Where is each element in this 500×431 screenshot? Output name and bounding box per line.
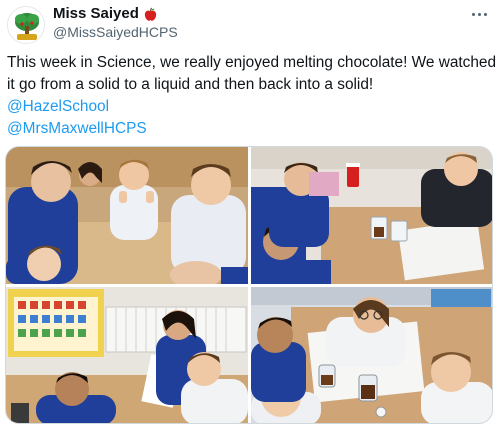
tweet-text-line: This week in Science, we really enjoyed … — [7, 54, 497, 71]
mention-link-hazelschool[interactable]: @HazelSchool — [7, 96, 493, 118]
tweet-text-line: it go from a solid to a liquid and then … — [7, 76, 374, 93]
more-options-icon[interactable] — [466, 7, 492, 21]
author-name-row[interactable]: Miss Saiyed — [53, 5, 158, 23]
photo-children-thumbs-up[interactable] — [6, 147, 248, 284]
display-name[interactable]: Miss Saiyed — [53, 5, 139, 23]
school-crest-icon — [8, 7, 44, 43]
author-handle[interactable]: @MissSaiyedHCPS — [53, 24, 178, 41]
photo-classroom-girl-and-boys[interactable] — [6, 287, 248, 423]
media-grid — [5, 146, 493, 424]
tweet-text: This week in Science, we really enjoyed … — [7, 52, 497, 140]
avatar[interactable] — [7, 6, 45, 44]
photo-children-with-jars[interactable] — [251, 287, 492, 423]
apple-emoji-icon — [144, 7, 157, 21]
photo-children-with-cups[interactable] — [251, 147, 492, 284]
mention-link-mrsmaxwellhcps[interactable]: @MrsMaxwellHCPS — [7, 118, 493, 140]
tweet-card[interactable]: Miss Saiyed @MissSaiyedHCPS This week in… — [0, 0, 500, 431]
